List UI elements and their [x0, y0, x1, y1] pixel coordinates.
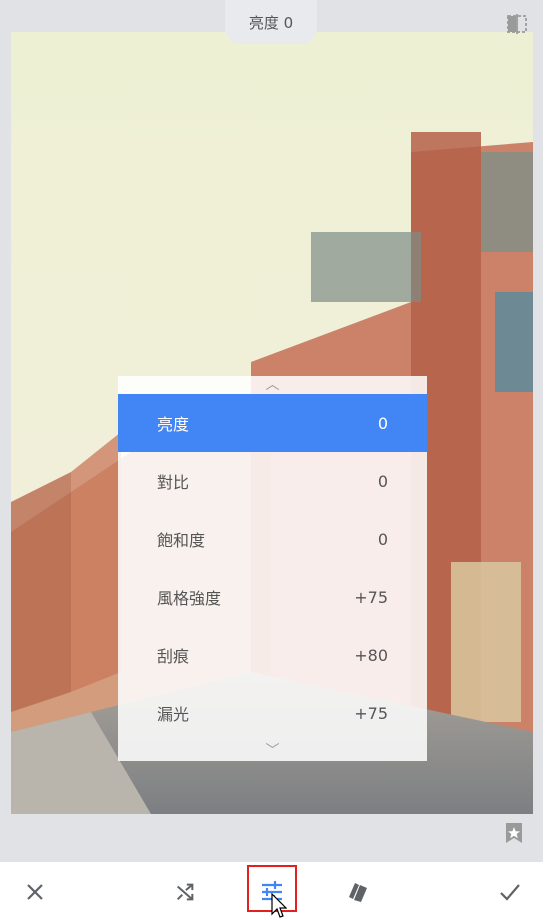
menu-item-contrast[interactable]: 對比 0 [118, 452, 427, 510]
menu-item-value: +75 [354, 703, 388, 723]
menu-item-label: 漏光 [157, 705, 190, 724]
shuffle-icon [176, 883, 194, 901]
chevron-up-icon[interactable]: ︿ [118, 376, 427, 394]
chevron-down-icon[interactable]: ﹀ [118, 742, 427, 760]
menu-item-label: 對比 [157, 473, 190, 492]
menu-item-value: +75 [354, 587, 388, 607]
adjustment-readout-text: 亮度 0 [248, 13, 294, 32]
adjustment-menu: ︿ 亮度 0 對比 0 飽和度 0 風格強度 +75 刮痕 +80 漏光 +75… [118, 376, 427, 761]
adjustment-readout: 亮度 0 [225, 0, 317, 44]
menu-item-saturation[interactable]: 飽和度 0 [118, 510, 427, 568]
close-icon [27, 884, 43, 900]
menu-item-label: 亮度 [157, 415, 190, 434]
cancel-button[interactable] [15, 872, 55, 912]
randomize-button[interactable] [165, 872, 205, 912]
menu-item-label: 風格強度 [157, 589, 222, 608]
menu-item-light-leak[interactable]: 漏光 +75 [118, 684, 427, 742]
menu-item-scratches[interactable]: 刮痕 +80 [118, 626, 427, 684]
menu-item-value: +80 [354, 645, 388, 665]
apply-button[interactable] [490, 872, 530, 912]
menu-item-value: 0 [377, 413, 388, 433]
menu-item-label: 刮痕 [157, 647, 190, 666]
mouse-cursor-icon [271, 893, 287, 918]
menu-item-brightness[interactable]: 亮度 0 [118, 394, 427, 452]
star-bookmark-icon[interactable] [503, 822, 525, 844]
menu-item-label: 飽和度 [157, 531, 206, 550]
menu-item-style-strength[interactable]: 風格強度 +75 [118, 568, 427, 626]
styles-button[interactable] [338, 872, 378, 912]
menu-item-value: 0 [377, 471, 388, 491]
style-cards-icon [349, 883, 367, 902]
compare-icon[interactable] [505, 12, 529, 36]
check-icon [500, 884, 520, 901]
menu-item-value: 0 [377, 529, 388, 549]
